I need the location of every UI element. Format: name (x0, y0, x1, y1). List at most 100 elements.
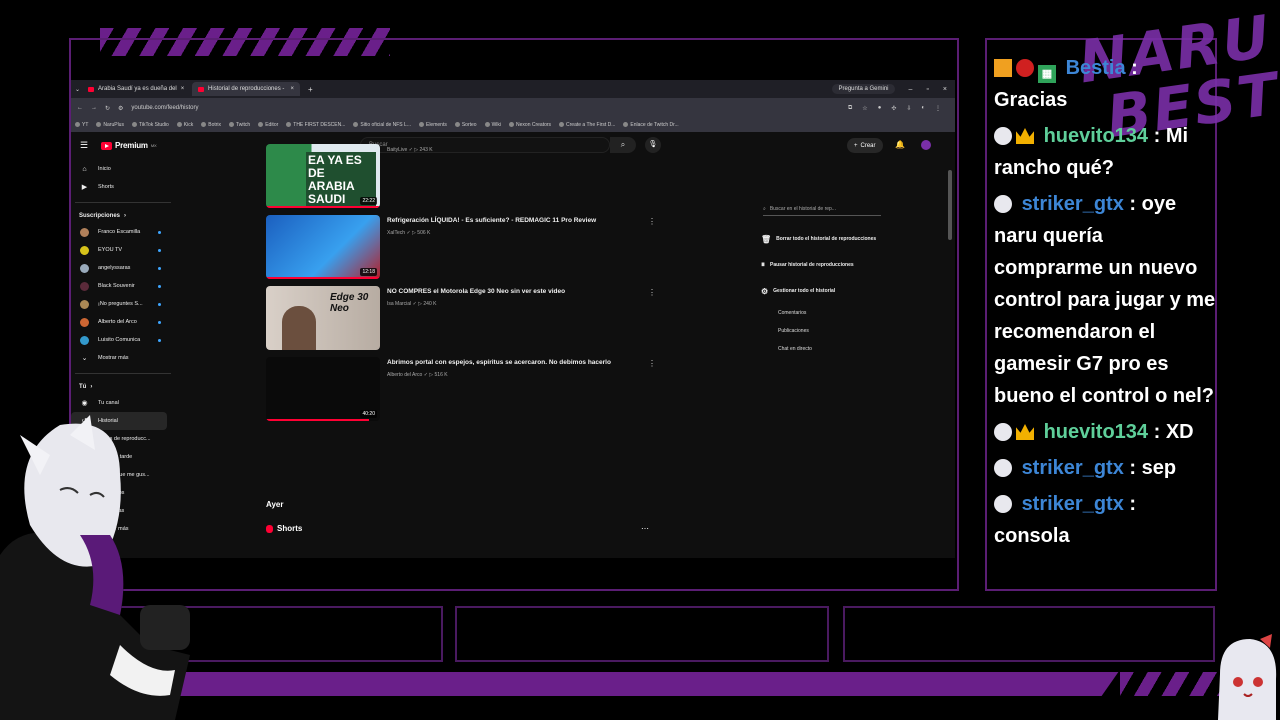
hamburger-menu-icon[interactable]: ☰ (80, 140, 88, 151)
more-options-icon[interactable]: ⋮ (648, 288, 656, 297)
sidebar-item-shorts[interactable]: ▶ Shorts (71, 178, 171, 196)
video-thumbnail[interactable]: Edge 30 Neo (266, 286, 380, 350)
close-icon[interactable]: × (181, 86, 185, 92)
close-window-icon[interactable]: × (943, 86, 947, 93)
bookmark-item[interactable]: TikTok Studio (131, 122, 169, 128)
browser-menu-icon[interactable]: ⋮ (935, 105, 941, 112)
subscriptions-header[interactable]: Suscripciones › (71, 209, 171, 223)
more-options-icon[interactable]: ⋮ (648, 359, 656, 368)
sidebar-item-subscription[interactable]: Franco Escamilla (71, 223, 171, 241)
create-button[interactable]: + Crear (847, 138, 883, 153)
bookmark-star-icon[interactable]: ☆ (862, 105, 867, 112)
more-options-icon[interactable]: ⋯ (641, 524, 649, 533)
minimize-icon[interactable]: – (909, 86, 913, 93)
posts-link[interactable]: Publicaciones (761, 322, 911, 340)
history-video[interactable]: 12:18 Refrigeración LÍQUIDA! - Es sufici… (266, 215, 656, 286)
url-field[interactable]: youtube.com/feed/history (131, 105, 198, 111)
video-duration: 22:22 (360, 197, 377, 205)
bookmark-item[interactable]: Wiki (484, 122, 501, 128)
notifications-bell-icon[interactable]: 🔔 (895, 140, 905, 149)
stream-chat: ▦ Bestia : Gracias huevito134 : Mi ranch… (994, 52, 1216, 556)
chat-username[interactable]: striker_gtx (1022, 457, 1124, 479)
pause-history-button[interactable]: ⏸ Pausar historial de reproducciones (761, 252, 911, 278)
video-title[interactable]: Abrimos portal con espejos, espíritus se… (387, 359, 637, 366)
comments-link[interactable]: Comentarios (761, 304, 911, 322)
extensions-puzzle-icon[interactable]: ✣ (891, 105, 896, 112)
bookmark-favicon-icon (559, 122, 565, 128)
sidebar-item-you[interactable]: ◉ Tu canal (71, 394, 171, 412)
bookmark-item[interactable]: NaruPlus (96, 122, 124, 128)
tab-arabia[interactable]: Arabia Saudí ya es dueña del × (82, 82, 190, 96)
youtube-region: MX (150, 143, 157, 148)
history-video[interactable]: EA YA ES DE ARABIA SAUDI 22:22 BaityLive… (266, 144, 656, 215)
reload-icon[interactable]: ↻ (105, 105, 110, 112)
bookmark-item[interactable]: Nexon Creators (509, 122, 551, 128)
verified-icon: ✓ ▷ (423, 372, 435, 378)
bookmark-item[interactable]: THE FIRST DESCEN... (286, 122, 345, 128)
sidebar-show-more[interactable]: ⌄ Mostrar más (71, 349, 171, 367)
video-thumbnail[interactable]: EA YA ES DE ARABIA SAUDI 22:22 (266, 144, 380, 208)
downloads-icon[interactable]: ⇩ (906, 105, 911, 112)
video-thumbnail[interactable]: 40:20 (266, 357, 380, 421)
video-channel[interactable]: BaityLive (387, 147, 407, 153)
gemini-button[interactable]: Pregunta a Gemini (832, 84, 895, 94)
shorts-icon: ▶ (81, 184, 88, 191)
bookmark-item[interactable]: Sorteo (454, 122, 477, 128)
bookmark-item[interactable]: Editor (258, 122, 278, 128)
bookmark-item[interactable]: Twitch (229, 122, 250, 128)
video-channel[interactable]: Alberto del Arco (387, 372, 422, 378)
tab-history[interactable]: Historial de reproducciones - × (192, 82, 301, 96)
you-header[interactable]: Tú › (71, 380, 171, 394)
chat-username[interactable]: striker_gtx (1022, 493, 1124, 515)
forward-icon[interactable]: → (91, 105, 97, 111)
video-channel[interactable]: XaITech (387, 230, 405, 236)
bookmark-item[interactable]: Create a The First D... (559, 122, 615, 128)
sidebar-item-subscription[interactable]: ¡No preguntes S... (71, 295, 171, 313)
chat-username[interactable]: huevito134 (1044, 421, 1148, 443)
bookmark-item[interactable]: Botrix (201, 122, 221, 128)
new-tab-button[interactable]: + (308, 85, 313, 94)
bookmark-label: Botrix (208, 122, 222, 128)
sidebar-item-subscription[interactable]: Alberto del Arco (71, 313, 171, 331)
sidebar-item-subscription[interactable]: angelyssaras (71, 259, 171, 277)
history-search-input[interactable]: ⌕ Buscar en el historial de rep... (763, 202, 881, 216)
chat-username[interactable]: striker_gtx (1022, 193, 1124, 215)
sidebar-item-subscription[interactable]: Black Souvenir (71, 277, 171, 295)
history-video[interactable]: 40:20 Abrimos portal con espejos, espíri… (266, 357, 656, 428)
gear-icon: ⚙ (761, 286, 769, 296)
sidebar-item-subscription[interactable]: EYOU TV (71, 241, 171, 259)
extension-icon[interactable]: ● (878, 105, 882, 112)
sidebar-item-label: Mostrar más (98, 355, 129, 361)
clear-history-button[interactable]: 🗑 Borrar todo el historial de reproducci… (761, 226, 911, 252)
sidebar-item-inicio[interactable]: ⌂ Inicio (71, 160, 171, 178)
close-icon[interactable]: × (291, 86, 295, 92)
more-options-icon[interactable]: ⋮ (648, 217, 656, 226)
page-scrollbar[interactable] (948, 170, 952, 240)
youtube-logo[interactable]: Premium MX (101, 141, 157, 150)
install-icon[interactable]: ⧉ (848, 105, 852, 112)
live-chat-link[interactable]: Chat en directo (761, 340, 911, 358)
history-video[interactable]: Edge 30 Neo NO COMPRES el Motorola Edge … (266, 286, 656, 357)
profile-icon[interactable]: ◐ (921, 105, 925, 112)
sidebar-item-subscription[interactable]: Luisito Comunica (71, 331, 171, 349)
maximize-icon[interactable]: ▫ (926, 86, 928, 93)
video-title[interactable]: NO COMPRES el Motorola Edge 30 Neo sin v… (387, 288, 637, 295)
address-bar-row: ← → ↻ ⚙ youtube.com/feed/history ⧉ ☆ ● ✣… (71, 98, 955, 118)
chat-username[interactable]: Bestia (1066, 57, 1126, 79)
video-title[interactable]: Refrigeración LÍQUIDA! - Es suficiente? … (387, 217, 637, 224)
chat-username[interactable]: huevito134 (1044, 125, 1148, 147)
manage-history-button[interactable]: ⚙ Gestionar todo el historial (761, 278, 911, 304)
tab-list-icon[interactable]: ⌄ (75, 86, 80, 93)
back-icon[interactable]: ← (77, 105, 83, 111)
site-info-icon[interactable]: ⚙ (118, 105, 123, 112)
bookmark-item[interactable]: Elements (418, 122, 447, 128)
bookmark-item[interactable]: YT (75, 122, 88, 128)
video-channel[interactable]: Isa Marcial (387, 301, 411, 307)
bookmark-item[interactable]: Kick (176, 122, 193, 128)
bookmark-item[interactable]: Enlace de Twitch Dr... (623, 122, 679, 128)
bookmark-item[interactable]: Sitio oficial de NFS L... (353, 122, 411, 128)
vtuber-avatar (0, 415, 190, 720)
account-avatar[interactable] (921, 140, 931, 150)
video-thumbnail[interactable]: 12:18 (266, 215, 380, 279)
channel-avatar (80, 245, 89, 255)
